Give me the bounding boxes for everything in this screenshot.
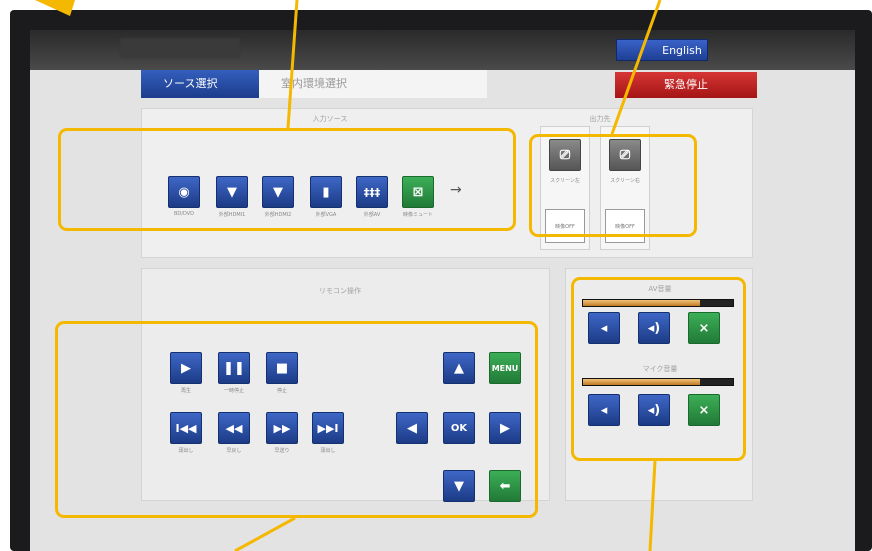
output-section-title: 出力先 <box>589 115 611 123</box>
top-bar: English <box>30 30 855 70</box>
annotation-output-box <box>529 134 697 237</box>
photo-stage: English ソース選択 室内環境選択 緊急停止 入力ソース 出力先 ◉ ▼ … <box>0 0 872 551</box>
annotation-remote-box <box>55 321 538 518</box>
tab-source-select[interactable]: ソース選択 <box>141 70 259 98</box>
emergency-stop-button[interactable]: 緊急停止 <box>615 72 757 98</box>
remote-section-title: リモコン操作 <box>319 287 361 295</box>
source-section-title: 入力ソース <box>312 115 348 123</box>
tab-room-environment[interactable]: 室内環境選択 <box>259 70 487 98</box>
english-button[interactable]: English <box>616 39 708 61</box>
logo <box>120 38 240 58</box>
annotation-source-box <box>58 128 516 231</box>
annotation-volume-box <box>571 277 746 461</box>
